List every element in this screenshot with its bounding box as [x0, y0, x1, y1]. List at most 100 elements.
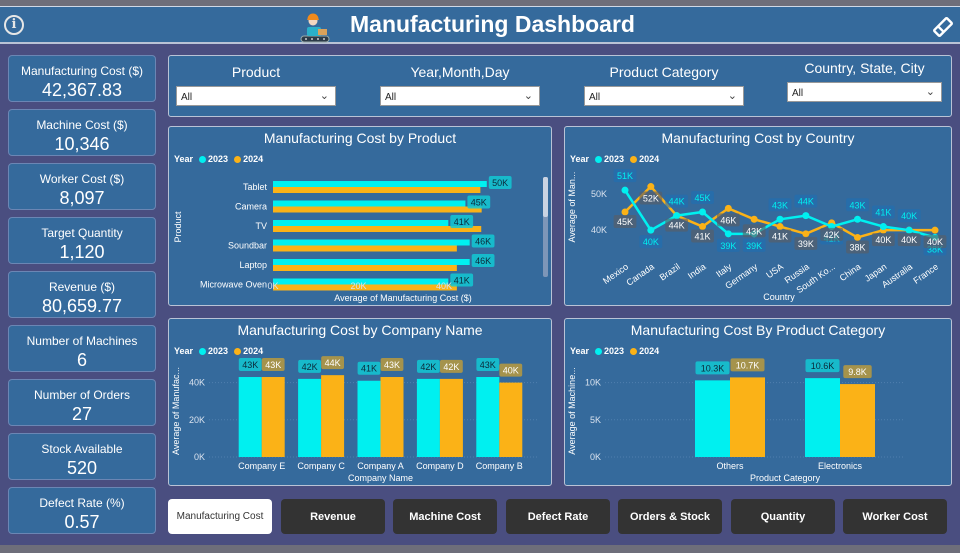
- kpi-machine-cost: Machine Cost ($) 10,346: [8, 109, 156, 156]
- bar-2023: [273, 181, 487, 187]
- kpi-label: Worker Cost ($): [39, 172, 125, 186]
- bar-2023: [476, 377, 500, 457]
- kpi-value: 8,097: [59, 188, 105, 208]
- kpi-label: Number of Machines: [26, 334, 138, 348]
- data-label-2023: 42K: [302, 362, 318, 372]
- data-label-2023: 41K: [361, 364, 377, 374]
- nav-defect-rate-button[interactable]: Defect Rate: [506, 499, 610, 534]
- nav-machine-cost-button[interactable]: Machine Cost: [393, 499, 497, 534]
- eraser-icon[interactable]: [931, 15, 955, 39]
- point-2024: [802, 230, 810, 238]
- x-tick-label: India: [686, 261, 708, 280]
- data-label-2024: 40K: [927, 237, 943, 247]
- kpi-label: Target Quantity: [41, 226, 123, 240]
- y-tick-label: 20K: [189, 415, 205, 425]
- point-2023: [905, 226, 913, 234]
- data-label-2023: 40K: [643, 237, 659, 247]
- point-2023: [647, 226, 655, 234]
- data-label-2023: 43K: [480, 360, 496, 370]
- data-label-2024: 44K: [669, 221, 685, 231]
- data-label-2023: 10.6K: [811, 361, 835, 371]
- x-tick-label: Company D: [416, 461, 464, 471]
- nav-worker-cost-button[interactable]: Worker Cost: [843, 499, 947, 534]
- chart-cost-by-country: Manufacturing Cost by Country Year 2023 …: [564, 126, 952, 306]
- data-label-2023: 39K: [720, 241, 736, 251]
- data-label-2023: 51K: [617, 171, 633, 181]
- dropdown-value: All: [385, 92, 397, 103]
- y-tick-label: 40K: [591, 225, 607, 235]
- point-2023: [621, 186, 629, 194]
- slicer-bar: Product All ⌄ Year,Month,Day All ⌄ Produ…: [168, 55, 952, 117]
- y-axis-title: Average of Machine...: [567, 367, 577, 454]
- bar-2024: [380, 377, 404, 457]
- data-label-2024: 52K: [643, 194, 659, 204]
- slicer-location: Country, State, City All ⌄: [787, 60, 942, 102]
- y-axis-title: Average of Manufac...: [171, 367, 181, 455]
- x-axis-title: Country: [763, 292, 795, 302]
- kpi-label: Manufacturing Cost ($): [20, 64, 144, 78]
- x-axis-title: Average of Manufacturing Cost ($): [334, 293, 471, 303]
- data-label-2023: 42K: [420, 362, 436, 372]
- data-label-2023: 43K: [849, 200, 865, 210]
- kpi-number-of-orders: Number of Orders 27: [8, 379, 156, 426]
- data-label-2023: 43K: [772, 200, 788, 210]
- y-tick-label: 0K: [590, 452, 601, 462]
- bar-2024: [321, 375, 345, 457]
- bar-2024: [273, 245, 457, 252]
- category-label: TV: [255, 221, 267, 231]
- kpi-value: 0.57: [64, 512, 100, 532]
- kpi-label: Machine Cost ($): [36, 118, 128, 132]
- nav-revenue-button[interactable]: Revenue: [281, 499, 385, 534]
- nav-quantity-button[interactable]: Quantity: [731, 499, 835, 534]
- y-tick-label: 0K: [194, 452, 205, 462]
- date-dropdown[interactable]: All ⌄: [380, 86, 540, 106]
- point-2023: [802, 212, 810, 220]
- info-icon[interactable]: i: [4, 15, 24, 35]
- data-label-2024: 41K: [772, 232, 788, 242]
- kpi-manufacturing-cost: Manufacturing Cost ($) 42,367.83: [8, 55, 156, 102]
- chart-cost-by-company: Manufacturing Cost by Company Name Year …: [168, 318, 552, 486]
- data-label-2024: 41K: [694, 232, 710, 242]
- kpi-label: Revenue ($): [48, 280, 116, 294]
- factory-worker-icon: [300, 13, 330, 43]
- bar-2023: [273, 200, 466, 207]
- data-label-2024: 45K: [617, 217, 633, 227]
- category-label: Laptop: [239, 260, 267, 270]
- data-label-2024: 43K: [265, 360, 281, 370]
- x-tick-label: China: [838, 261, 863, 283]
- kpi-label: Stock Available: [41, 442, 123, 456]
- chevron-down-icon: ⌄: [727, 90, 737, 102]
- bar-2024: [439, 378, 463, 457]
- kpi-value: 1,120: [59, 242, 105, 262]
- data-label-2023: 44K: [798, 197, 814, 207]
- slicer-title: Country, State, City: [804, 60, 925, 76]
- kpi-target-quantity: Target Quantity 1,120: [8, 217, 156, 264]
- y-tick-label: 50K: [591, 189, 607, 199]
- slicer-date: Year,Month,Day All ⌄: [380, 64, 540, 106]
- location-dropdown[interactable]: All ⌄: [787, 82, 942, 102]
- chart-svg: 0K 20K 40K Average of Manufac... 43K 43K Compa…: [171, 356, 539, 483]
- x-tick-label: Brazil: [658, 261, 682, 282]
- kpi-value: 80,659.77: [41, 296, 123, 316]
- bar-2023: [273, 259, 470, 265]
- category-label: Microwave Oven: [200, 280, 267, 290]
- bar-2024: [273, 226, 482, 232]
- data-label-2023: 44K: [669, 197, 685, 207]
- product-dropdown[interactable]: All ⌄: [176, 86, 336, 106]
- data-label-2023: 43K: [242, 360, 258, 370]
- x-tick-label: France: [911, 261, 940, 285]
- kpi-stock-available: Stock Available 520: [8, 433, 156, 480]
- bar-2023: [273, 220, 449, 226]
- kpi-label: Defect Rate (%): [39, 496, 125, 510]
- point-2024: [931, 226, 939, 234]
- kpi-label: Number of Orders: [33, 388, 131, 402]
- nav-orders-stock-button[interactable]: Orders & Stock: [618, 499, 722, 534]
- chart-svg: Tablet 50K Camera 45K TV 41K Soundbar 46K Laptop…: [173, 176, 548, 303]
- product-category-dropdown[interactable]: All ⌄: [584, 86, 744, 106]
- bottom-strip: [0, 545, 960, 553]
- bar-2023: [273, 239, 470, 246]
- data-label-2024: 10.7K: [736, 360, 760, 370]
- data-label-2024: 38K: [849, 242, 865, 252]
- bar-2024: [730, 377, 765, 457]
- nav-manufacturing-cost-button[interactable]: Manufacturing Cost: [168, 499, 272, 534]
